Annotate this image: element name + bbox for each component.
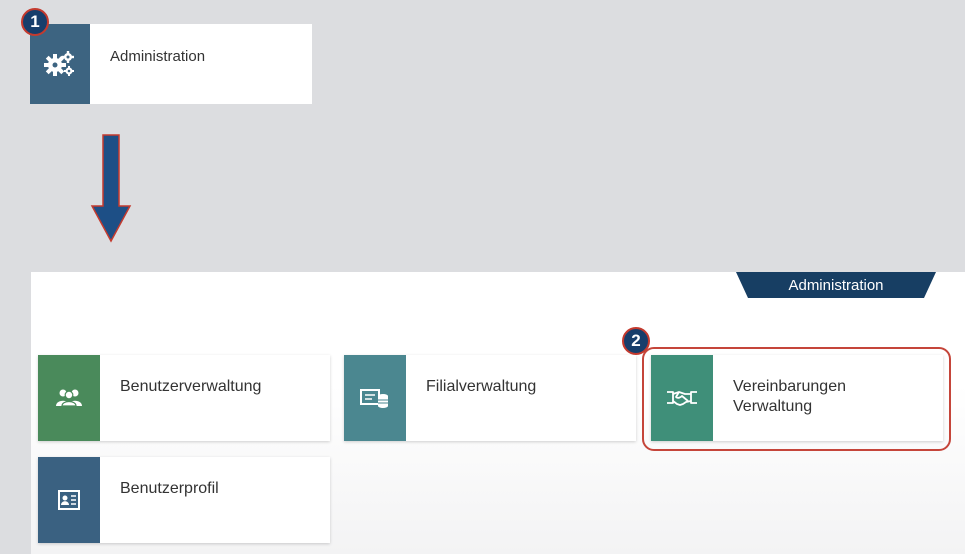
filialverwaltung-tile[interactable]: Filialverwaltung: [344, 355, 636, 441]
administration-tile-label: Administration: [110, 48, 206, 65]
benutzerverwaltung-tile[interactable]: Benutzerverwaltung: [38, 355, 330, 441]
benutzerprofil-label: Benutzerprofil: [120, 480, 219, 497]
filialverwaltung-label: Filialverwaltung: [426, 378, 537, 395]
administration-tile[interactable]: Administration: [30, 24, 312, 104]
benutzerprofil-tile[interactable]: Benutzerprofil: [38, 457, 330, 543]
down-arrow-icon: [90, 134, 132, 243]
handshake-icon: [651, 355, 713, 441]
profile-card-icon: [38, 457, 100, 543]
vereinbarungen-verwaltung-label: Vereinbarungen Verwaltung: [733, 378, 846, 415]
panel-tab: Administration: [736, 272, 936, 298]
step-2-badge: 2: [622, 327, 650, 355]
benutzerverwaltung-label: Benutzerverwaltung: [120, 378, 262, 395]
step-1-badge: 1: [21, 8, 49, 36]
gears-icon: [30, 24, 90, 104]
users-icon: [38, 355, 100, 441]
branch-icon: [344, 355, 406, 441]
vereinbarungen-verwaltung-tile[interactable]: Vereinbarungen Verwaltung: [651, 355, 943, 441]
panel-tab-title: Administration: [788, 277, 884, 294]
